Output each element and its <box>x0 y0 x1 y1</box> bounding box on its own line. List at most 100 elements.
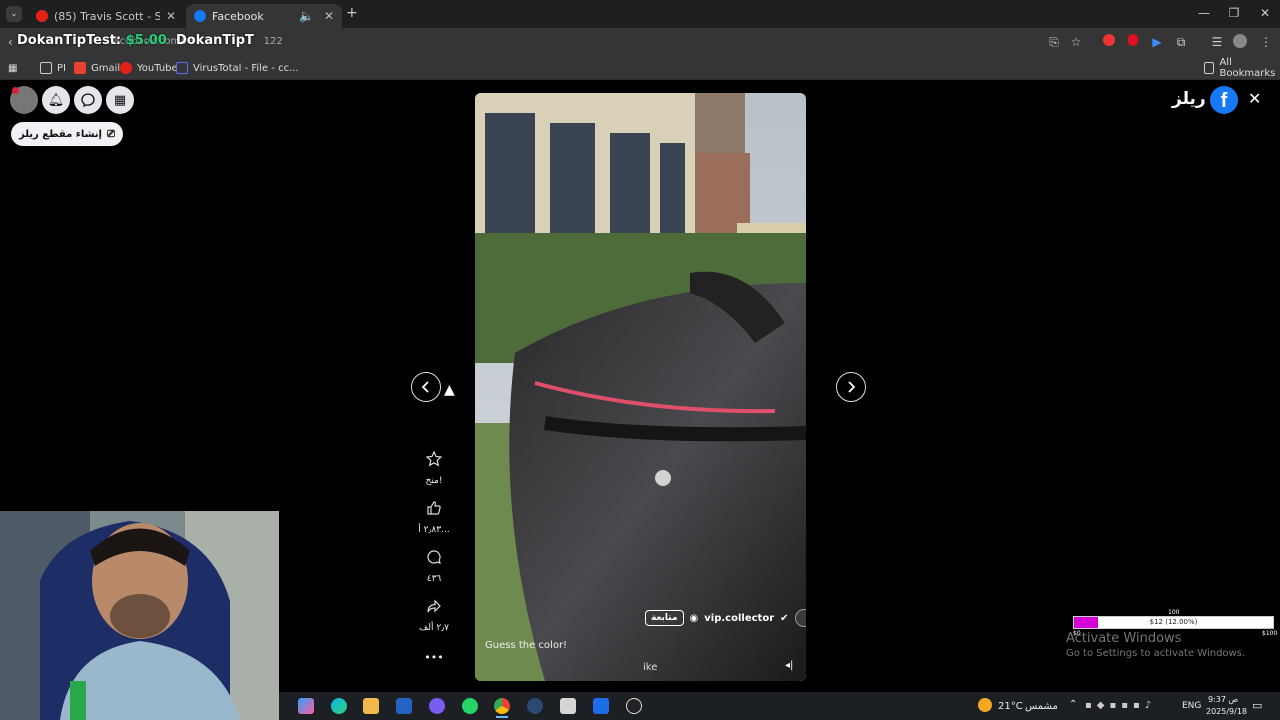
all-bookmarks[interactable]: All Bookmarks <box>1204 57 1280 79</box>
notification-dot <box>12 87 19 94</box>
file-explorer-icon[interactable] <box>560 698 576 714</box>
tab-youtube[interactable]: (85) Travis Scott - SICKO MODE ✕ <box>28 4 184 28</box>
clock-date[interactable]: 2025/9/18 <box>1206 707 1247 716</box>
youtube-icon <box>36 10 48 22</box>
star-gift-icon <box>423 448 445 470</box>
tip-label: DokanTipTest: <box>17 33 122 48</box>
extension-red-icon[interactable] <box>1101 34 1117 50</box>
apps-grid-icon[interactable]: ▦ <box>8 60 17 76</box>
goal-max-label: $100 <box>1262 630 1278 637</box>
follow-button[interactable]: متابعة <box>645 610 684 626</box>
close-tab-icon[interactable]: ✕ <box>324 9 334 23</box>
language-indicator[interactable]: ENG <box>1182 701 1201 711</box>
bookmark-label: YouTube <box>137 62 178 74</box>
weather-temp[interactable]: 21°C <box>998 701 1023 712</box>
create-reel-button[interactable]: إنشاء مقطع ريلز ⎚ <box>11 122 123 146</box>
weather-icon[interactable] <box>978 698 992 712</box>
previous-reel-button[interactable] <box>411 372 441 402</box>
bookmarks-bar: ▦ PI Gmail YouTube VirusTotal - File - c… <box>0 56 1280 80</box>
notifications-button[interactable]: 🔔︎ <box>42 86 70 114</box>
folder-icon <box>40 62 52 74</box>
reel-username[interactable]: vip.collector <box>704 613 774 624</box>
reel-author: متابعة ◉ vip.collector ✔ <box>645 609 806 627</box>
menu-button[interactable]: ▦ <box>106 86 134 114</box>
outlook-icon[interactable] <box>396 698 412 714</box>
speaker-icon[interactable]: 🔈 <box>299 9 314 23</box>
bookmark-label: PI <box>57 62 66 74</box>
close-tab-icon[interactable]: ✕ <box>166 9 176 23</box>
new-tab-button[interactable]: + <box>346 5 358 21</box>
notification-center-icon[interactable]: ▭ <box>1252 699 1262 712</box>
discord-icon[interactable] <box>429 698 445 714</box>
bookmark-gmail[interactable]: Gmail <box>74 60 120 76</box>
chevron-left-icon <box>421 381 429 393</box>
browser-tab-bar: ⌄ (85) Travis Scott - SICKO MODE ✕ Faceb… <box>0 0 1280 28</box>
reel-bottom-text: ike <box>643 662 658 673</box>
extension-record-icon[interactable] <box>1125 34 1141 50</box>
grid-menu-icon: ▦ <box>113 92 127 108</box>
obs-icon[interactable] <box>626 698 642 714</box>
bookmark-label: VirusTotal - File - cc... <box>193 62 299 74</box>
back-icon[interactable]: ‹ <box>8 35 13 49</box>
share-action[interactable]: ٢٫٧ ألف <box>414 595 454 633</box>
close-window-button[interactable]: ✕ <box>1250 6 1280 20</box>
chrome-icon[interactable] <box>494 698 510 714</box>
action-label: منح! <box>425 476 443 486</box>
activate-windows-title: Activate Windows <box>1066 631 1182 646</box>
extensions-puzzle-icon[interactable]: ⧉ <box>1173 34 1189 50</box>
tray-chevron-icon[interactable]: ⌃ <box>1069 699 1077 710</box>
goal-top-label: 100 <box>1168 609 1180 616</box>
bookmark-star-icon[interactable]: ☆ <box>1068 34 1084 50</box>
copilot-icon[interactable] <box>298 698 314 714</box>
clock-time[interactable]: 9:37 ص <box>1208 695 1238 704</box>
bookmark-pi[interactable]: PI <box>40 60 66 76</box>
bookmark-youtube[interactable]: YouTube <box>120 60 178 76</box>
install-app-icon[interactable]: ⎘ <box>1046 34 1062 50</box>
bookmark-label: Gmail <box>91 62 121 74</box>
url-fragment: 122 <box>263 36 283 47</box>
minimize-button[interactable]: — <box>1189 6 1219 20</box>
webcam-overlay <box>0 511 279 720</box>
mouse-cursor-icon: ▲ <box>444 382 455 398</box>
app-blue-icon[interactable] <box>593 698 609 714</box>
volume-icon[interactable]: ◂| <box>785 660 793 671</box>
profile-avatar-icon[interactable] <box>1232 34 1248 50</box>
extension-play-icon[interactable]: ▶ <box>1149 34 1165 50</box>
bookmark-virustotal[interactable]: VirusTotal - File - cc... <box>176 60 299 76</box>
restore-button[interactable]: ❐ <box>1219 6 1249 20</box>
chevron-right-icon <box>848 381 856 393</box>
store-icon[interactable] <box>363 698 379 714</box>
tab-search-button[interactable]: ⌄ <box>6 6 22 22</box>
messenger-button[interactable] <box>74 86 102 114</box>
thumbs-up-icon <box>423 497 445 519</box>
webcam-feed <box>0 511 279 720</box>
tray-icons[interactable]: ▪◆▪▪▪♪ <box>1085 700 1156 711</box>
like-action[interactable]: ٢٫٨٣ أ... <box>414 497 454 535</box>
edge-icon[interactable] <box>331 698 347 714</box>
chrome-active-indicator <box>496 716 508 718</box>
tab-facebook[interactable]: Facebook 🔈 ✕ <box>186 4 342 28</box>
menu-kebab-icon[interactable]: ⋮ <box>1258 34 1274 50</box>
globe-icon: ◉ <box>689 612 699 624</box>
steam-icon[interactable] <box>527 698 543 714</box>
more-options-icon[interactable]: ••• <box>414 651 454 664</box>
facebook-logo-icon[interactable]: f <box>1210 86 1238 114</box>
reels-title: ريلز <box>1172 89 1206 109</box>
close-viewer-icon[interactable]: ✕ <box>1248 89 1261 108</box>
facebook-icon <box>194 10 206 22</box>
reading-list-icon[interactable]: ☰ <box>1209 34 1225 50</box>
reel-video-frame <box>475 93 806 681</box>
create-reel-label: إنشاء مقطع ريلز <box>19 128 102 140</box>
tip-overlay: DokanTipTest: $5.00 <box>17 33 167 48</box>
comment-icon <box>423 546 445 568</box>
action-label: ٢٫٧ ألف <box>418 623 449 633</box>
author-avatar[interactable] <box>794 609 806 627</box>
gift-action[interactable]: منح! <box>414 448 454 486</box>
whatsapp-icon[interactable] <box>462 698 478 714</box>
folder-icon <box>1204 62 1215 74</box>
tab-title: (85) Travis Scott - SICKO MODE <box>54 9 160 23</box>
reel-video[interactable]: متابعة ◉ vip.collector ✔ Guess the color… <box>475 93 806 681</box>
next-reel-button[interactable] <box>836 372 866 402</box>
donation-goal-bar: $12 (12.00%) <box>1073 616 1274 629</box>
comment-action[interactable]: ٤٣٦ <box>414 546 454 584</box>
